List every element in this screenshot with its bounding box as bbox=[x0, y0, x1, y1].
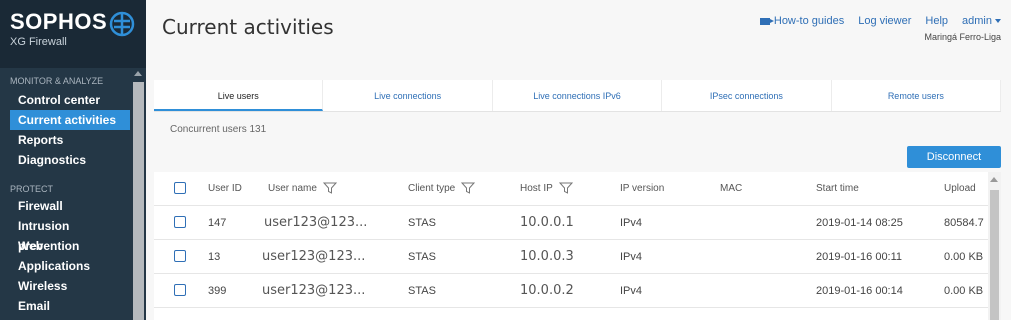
ip-version: IPv4 bbox=[620, 285, 643, 297]
filter-icon[interactable] bbox=[322, 182, 337, 195]
disconnect-button[interactable]: Disconnect bbox=[907, 146, 1001, 168]
user-id: 13 bbox=[208, 251, 221, 263]
col-mac: MAC bbox=[720, 183, 743, 194]
tab-remote-users[interactable]: Remote users bbox=[832, 80, 1002, 111]
user-id: 399 bbox=[208, 285, 227, 297]
table-scrollbar[interactable] bbox=[988, 172, 1001, 320]
scroll-up-icon[interactable] bbox=[134, 71, 142, 76]
col-host-ip: Host IP bbox=[520, 172, 573, 206]
sidebar-item-reports[interactable]: Reports bbox=[0, 130, 130, 150]
user-name: user123@123... bbox=[264, 215, 368, 230]
col-user-id: User ID bbox=[208, 183, 242, 194]
row-checkbox[interactable] bbox=[174, 216, 186, 228]
table-row[interactable]: 13 user123@123... STAS 10.0.0.3 IPv4 201… bbox=[154, 240, 988, 274]
sidebar-item-applications[interactable]: Applications bbox=[0, 256, 130, 276]
scroll-up-icon[interactable] bbox=[990, 177, 998, 182]
sidebar-nav: MONITOR & ANALYZE Control center Current… bbox=[0, 68, 146, 320]
user-name: user123@123... bbox=[262, 283, 366, 298]
col-client-type-label: Client type bbox=[408, 183, 456, 194]
select-all-checkbox[interactable] bbox=[174, 182, 186, 194]
company-name: Maringá Ferro-Liga bbox=[924, 32, 1001, 42]
sidebar-scroll-thumb[interactable] bbox=[133, 82, 144, 320]
client-type: STAS bbox=[408, 285, 436, 297]
col-start-time: Start time bbox=[816, 183, 859, 194]
table-header-row: User ID User name Client type Host IP IP… bbox=[154, 172, 988, 206]
upload: 80584.7 bbox=[944, 217, 984, 229]
row-checkbox[interactable] bbox=[174, 250, 186, 262]
video-camera-icon bbox=[759, 17, 774, 25]
admin-label: admin bbox=[962, 15, 992, 27]
log-viewer-link[interactable]: Log viewer bbox=[858, 15, 911, 27]
start-time: 2019-01-16 00:14 bbox=[816, 285, 903, 297]
client-type: STAS bbox=[408, 251, 436, 263]
start-time: 2019-01-16 00:11 bbox=[816, 251, 903, 263]
col-upload: Upload bbox=[944, 183, 976, 194]
sidebar-item-current-activities[interactable]: Current activities bbox=[10, 110, 130, 130]
sidebar-scrollbar[interactable] bbox=[130, 68, 146, 320]
upload: 0.00 KB bbox=[944, 285, 984, 297]
users-table: User ID User name Client type Host IP IP… bbox=[154, 172, 988, 320]
sidebar-item-intrusion-prevention[interactable]: Intrusion prevention bbox=[0, 216, 130, 253]
user-name: user123@123... bbox=[262, 249, 366, 264]
page-title: Current activities bbox=[162, 15, 334, 39]
table-row[interactable]: 399 user123@123... STAS 10.0.0.2 IPv4 20… bbox=[154, 274, 988, 308]
ip-version: IPv4 bbox=[620, 251, 643, 263]
howto-guides-label: How-to guides bbox=[773, 15, 845, 27]
col-host-ip-label: Host IP bbox=[520, 183, 553, 194]
admin-menu[interactable]: admin bbox=[962, 15, 1001, 27]
col-client-type: Client type bbox=[408, 172, 476, 206]
sidebar-item-firewall[interactable]: Firewall bbox=[0, 196, 130, 216]
table-scroll-thumb[interactable] bbox=[990, 190, 999, 320]
host-ip: 10.0.0.1 bbox=[520, 215, 574, 230]
filter-icon[interactable] bbox=[558, 182, 573, 195]
row-checkbox[interactable] bbox=[174, 284, 186, 296]
tab-live-users[interactable]: Live users bbox=[154, 80, 324, 111]
host-ip: 10.0.0.3 bbox=[520, 249, 574, 264]
section-monitor-analyze: MONITOR & ANALYZE bbox=[10, 76, 104, 86]
sidebar-item-wireless[interactable]: Wireless bbox=[0, 276, 130, 296]
brand: SOPHOS XG Firewall bbox=[0, 0, 146, 68]
col-user-name-label: User name bbox=[268, 183, 317, 194]
sidebar-item-email[interactable]: Email bbox=[0, 296, 130, 316]
howto-guides-link[interactable]: How-to guides bbox=[759, 15, 845, 27]
sophos-logo-icon bbox=[109, 11, 135, 37]
start-time: 2019-01-14 08:25 bbox=[816, 217, 903, 229]
tab-live-connections-ipv6[interactable]: Live connections IPv6 bbox=[493, 80, 663, 111]
concurrent-users-count: Concurrent users 131 bbox=[170, 124, 267, 135]
tab-ipsec-connections[interactable]: IPsec connections bbox=[662, 80, 832, 111]
section-protect: PROTECT bbox=[10, 184, 54, 194]
ip-version: IPv4 bbox=[620, 217, 643, 229]
user-id: 147 bbox=[208, 217, 227, 229]
tab-bar: Live users Live connections Live connect… bbox=[154, 80, 1002, 112]
upload: 0.00 KB bbox=[944, 251, 984, 263]
host-ip: 10.0.0.2 bbox=[520, 283, 574, 298]
col-user-name: User name bbox=[268, 172, 337, 206]
top-links: How-to guides Log viewer Help admin bbox=[759, 15, 1001, 27]
table-row[interactable]: 147 user123@123... STAS 10.0.0.1 IPv4 20… bbox=[154, 206, 988, 240]
brand-product: XG Firewall bbox=[10, 36, 67, 48]
filter-icon[interactable] bbox=[461, 182, 476, 195]
sidebar: SOPHOS XG Firewall MONITOR & ANALYZE Con… bbox=[0, 0, 146, 320]
col-ip-version: IP version bbox=[620, 183, 665, 194]
tab-live-connections[interactable]: Live connections bbox=[323, 80, 493, 111]
help-link[interactable]: Help bbox=[925, 15, 948, 27]
sidebar-item-diagnostics[interactable]: Diagnostics bbox=[0, 150, 130, 170]
client-type: STAS bbox=[408, 217, 436, 229]
sidebar-item-control-center[interactable]: Control center bbox=[0, 90, 130, 110]
chevron-down-icon bbox=[995, 19, 1001, 24]
